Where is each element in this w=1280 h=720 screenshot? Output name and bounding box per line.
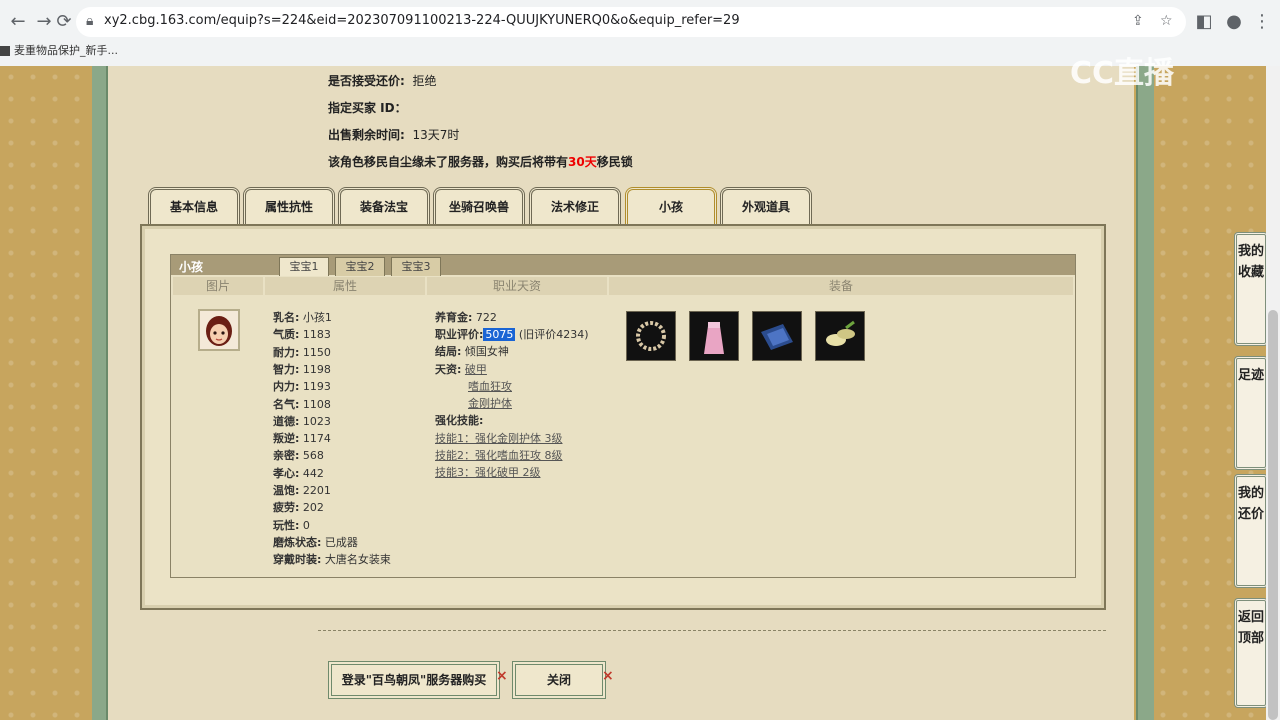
login-buy-button[interactable]: 登录"百鸟朝凤"服务器购买 <box>328 661 500 699</box>
enhance-label: 强化技能: <box>435 414 484 427</box>
col-image: 图片 <box>173 277 263 295</box>
eval-value[interactable]: 5075 <box>483 328 516 341</box>
skill-row: 技能1：强化金刚护体 3级 <box>435 430 563 446</box>
attr-row: 叛逆: 1174 <box>273 432 331 446</box>
reload-icon[interactable]: ⟳ <box>52 10 76 34</box>
kid-header: 小孩 宝宝1 宝宝2 宝宝3 <box>171 255 1075 276</box>
equip-slot-4[interactable] <box>815 311 865 361</box>
bookmark-icon <box>0 46 10 56</box>
equip-slot-2[interactable] <box>689 311 739 361</box>
bargain-row: 是否接受还价: 拒绝 <box>328 74 437 88</box>
share-icon[interactable]: ⇪ <box>1132 13 1144 29</box>
tab-basic-info[interactable]: 基本信息 <box>148 187 240 224</box>
side-nav-top[interactable]: 返回顶部 <box>1234 598 1268 708</box>
attr-row: 磨炼状态: 已成器 <box>273 535 358 549</box>
scrollbar-thumb[interactable] <box>1268 310 1278 720</box>
migrate-row: 该角色移民自尘缘未了服务器，购买后将带有30天移民锁 <box>328 155 633 169</box>
attr-row: 气质: 1183 <box>273 328 331 342</box>
attr-row: 温饱: 2201 <box>273 484 331 497</box>
tab-attr-resist[interactable]: 属性抗性 <box>243 187 335 224</box>
skill-row: 技能2：强化嗜血狂攻 8级 <box>435 447 563 463</box>
attr-row: 道德: 1023 <box>273 414 331 428</box>
side-nav-bargain[interactable]: 我的还价 <box>1234 474 1268 588</box>
subtab-baby2[interactable]: 宝宝2 <box>335 257 385 276</box>
attr-row: 亲密: 568 <box>273 449 324 463</box>
star-icon[interactable]: ☆ <box>1160 13 1173 29</box>
money-row: 养育金: 722 <box>435 311 497 324</box>
attr-row: 智力: 1198 <box>273 362 331 376</box>
close-x-icon: × <box>602 668 614 684</box>
tab-spell-fix[interactable]: 法术修正 <box>529 187 621 224</box>
attr-row: 疲劳: 202 <box>273 501 324 515</box>
attr-row: 名气: 1108 <box>273 397 331 411</box>
attr-row: 耐力: 1150 <box>273 345 331 359</box>
back-arrow-icon[interactable]: ← <box>6 10 30 34</box>
attr-row: 内力: 1193 <box>273 380 331 394</box>
tab-child[interactable]: 小孩 <box>625 187 717 224</box>
skill-link[interactable]: 技能1：强化金刚护体 3级 <box>435 432 563 445</box>
talent-link[interactable]: 嗜血狂攻 <box>468 380 512 393</box>
left-pattern <box>0 66 92 720</box>
attr-row: 乳名: 小孩1 <box>273 311 332 324</box>
address-bar[interactable]: 🔒︎ xy2.cbg.163.com/equip?s=224&eid=20230… <box>76 7 1186 37</box>
talent-row: 天资: 破甲 <box>435 363 487 376</box>
col-equip: 装备 <box>609 277 1073 295</box>
page-border-right <box>1136 66 1154 720</box>
divider <box>318 630 1106 631</box>
attr-row: 孝心: 442 <box>273 466 324 480</box>
tab-equipment[interactable]: 装备法宝 <box>338 187 430 224</box>
subtab-baby3[interactable]: 宝宝3 <box>391 257 441 276</box>
remaining-row: 出售剩余时间: 13天7时 <box>328 128 460 142</box>
col-job: 职业天资 <box>427 277 607 295</box>
sidepanel-icon[interactable]: ◧ <box>1192 10 1216 34</box>
side-nav-favorites[interactable]: 我的收藏 <box>1234 232 1268 346</box>
page-border-left <box>92 66 108 720</box>
attr-row: 穿戴时装: 大唐名女装束 <box>273 553 391 567</box>
close-x-icon: × <box>496 668 508 684</box>
lock-icon: 🔒︎ <box>86 13 94 29</box>
talent-row-3: 金刚护体 <box>468 395 512 411</box>
equip-slot-3[interactable] <box>752 311 802 361</box>
equip-slot-1[interactable] <box>626 311 676 361</box>
url-text[interactable]: xy2.cbg.163.com/equip?s=224&eid=20230709… <box>104 13 740 28</box>
talent-link[interactable]: 破甲 <box>465 363 487 376</box>
close-button[interactable]: 关闭 <box>512 661 606 699</box>
skill-link[interactable]: 技能3：强化破甲 2级 <box>435 466 541 479</box>
kid-box: 小孩 宝宝1 宝宝2 宝宝3 图片 属性 职业天资 装备 养育金: 722 职业… <box>170 254 1076 578</box>
tab-mount-pet[interactable]: 坐骑召唤兽 <box>433 187 525 224</box>
subtab-baby1[interactable]: 宝宝1 <box>279 257 329 276</box>
buyer-row: 指定买家 ID： <box>328 101 407 115</box>
skill-link[interactable]: 技能2：强化嗜血狂攻 8级 <box>435 449 563 462</box>
eval-row: 职业评价: 5075 (旧评价4234) <box>435 328 589 341</box>
kid-title: 小孩 <box>179 260 204 274</box>
attr-row: 玩性: 0 <box>273 518 310 532</box>
menu-icon[interactable]: ⋮ <box>1250 10 1274 34</box>
side-nav-footprint[interactable]: 足迹 <box>1234 356 1268 470</box>
bookmark-label: 麦重物品保护_新手... <box>14 44 118 57</box>
ending-row: 结局: 倾国女神 <box>435 345 509 358</box>
watermark: CC直播 <box>1070 56 1175 91</box>
tab-appearance[interactable]: 外观道具 <box>720 187 812 224</box>
profile-icon[interactable]: ● <box>1222 10 1246 34</box>
kid-avatar <box>198 309 240 351</box>
talent-link[interactable]: 金刚护体 <box>468 397 512 410</box>
bookmark-item[interactable]: 麦重物品保护_新手... <box>0 42 118 62</box>
col-attr: 属性 <box>265 277 425 295</box>
skill-row: 技能3：强化破甲 2级 <box>435 464 541 480</box>
talent-row-2: 嗜血狂攻 <box>468 378 512 394</box>
